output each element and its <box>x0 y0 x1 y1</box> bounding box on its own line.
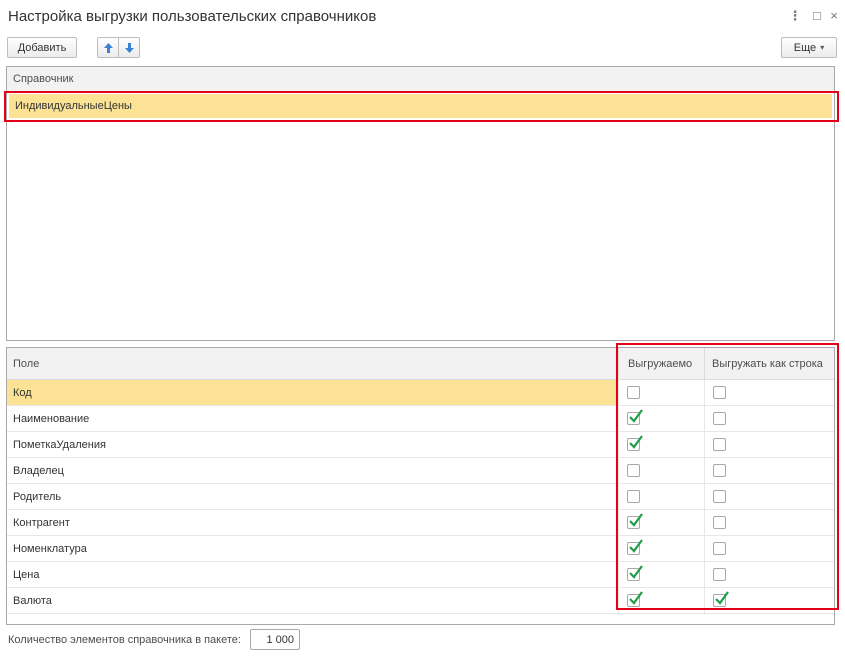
as-string-checkbox[interactable] <box>713 591 729 607</box>
table-row[interactable]: Валюта <box>7 588 834 614</box>
exportable-checkbox[interactable] <box>627 386 640 399</box>
field-name: Владелец <box>13 464 64 477</box>
add-button[interactable]: Добавить <box>7 37 77 58</box>
field-name: Родитель <box>13 490 62 503</box>
field-name: Код <box>7 380 618 405</box>
exportable-checkbox[interactable] <box>627 565 643 581</box>
exportable-checkbox[interactable] <box>627 435 643 451</box>
checkmark-icon <box>715 591 729 605</box>
as-string-checkbox[interactable] <box>713 568 726 581</box>
exportable-checkbox[interactable] <box>627 539 643 555</box>
more-button[interactable]: Еще ▾ <box>781 37 837 58</box>
more-actions-icon[interactable]: ⋮ <box>788 8 802 24</box>
move-down-button[interactable] <box>118 37 140 58</box>
exportable-checkbox-cell <box>618 536 704 561</box>
as-string-column-header[interactable]: Выгружать как строка <box>704 348 834 380</box>
as-string-checkbox[interactable] <box>713 412 726 425</box>
exportable-checkbox-cell <box>618 406 704 431</box>
field-name: Наименование <box>13 412 90 425</box>
exportable-checkbox-cell <box>618 562 704 587</box>
catalog-row[interactable]: ИндивидуальныеЦены <box>9 94 832 118</box>
arrow-up-icon <box>103 42 113 53</box>
exportable-checkbox[interactable] <box>627 490 640 503</box>
field-column-header[interactable]: Поле <box>7 348 618 380</box>
table-row[interactable]: Владелец <box>7 458 834 484</box>
field-name: ПометкаУдаления <box>13 438 106 451</box>
chevron-down-icon: ▾ <box>820 43 825 52</box>
table-row[interactable]: Контрагент <box>7 510 834 536</box>
exportable-column-header[interactable]: Выгружаемо <box>618 348 704 380</box>
exportable-checkbox-cell <box>618 588 704 613</box>
exportable-checkbox[interactable] <box>627 409 643 425</box>
catalogs-table[interactable]: Справочник ИндивидуальныеЦены <box>6 66 835 341</box>
move-up-button[interactable] <box>97 37 119 58</box>
as-string-checkbox[interactable] <box>713 516 726 529</box>
table-row[interactable]: Номенклатура <box>7 536 834 562</box>
field-name: Контрагент <box>13 516 70 529</box>
field-name: Цена <box>13 568 40 581</box>
exportable-checkbox[interactable] <box>627 513 643 529</box>
checkmark-icon <box>629 435 643 449</box>
as-string-checkbox[interactable] <box>713 386 726 399</box>
checkmark-icon <box>629 409 643 423</box>
exportable-checkbox-cell <box>618 510 704 535</box>
maximize-icon[interactable]: □ <box>810 8 824 23</box>
as-string-checkbox-cell <box>704 458 834 483</box>
table-row[interactable]: Родитель <box>7 484 834 510</box>
fields-table[interactable]: Поле Выгружаемо Выгружать как строка Код… <box>6 347 835 625</box>
catalogs-header[interactable]: Справочник <box>7 67 834 92</box>
batch-size-label: Количество элементов справочника в пакет… <box>8 634 241 646</box>
as-string-checkbox[interactable] <box>713 542 726 555</box>
as-string-checkbox[interactable] <box>713 490 726 503</box>
field-name: Номенклатура <box>13 542 87 555</box>
exportable-checkbox[interactable] <box>627 591 643 607</box>
as-string-checkbox[interactable] <box>713 464 726 477</box>
more-button-label: Еще <box>793 41 817 54</box>
checkmark-icon <box>629 539 643 553</box>
exportable-checkbox-cell <box>618 484 704 509</box>
as-string-checkbox-cell <box>704 432 834 457</box>
as-string-checkbox-cell <box>704 406 834 431</box>
table-row[interactable]: Наименование <box>7 406 834 432</box>
exportable-checkbox[interactable] <box>627 464 640 477</box>
field-name: Валюта <box>13 594 52 607</box>
as-string-checkbox-cell <box>704 380 834 405</box>
exportable-checkbox-cell <box>618 432 704 457</box>
arrow-down-icon <box>124 42 134 53</box>
as-string-checkbox-cell <box>704 562 834 587</box>
as-string-checkbox-cell <box>704 536 834 561</box>
window-title: Настройка выгрузки пользовательских спра… <box>8 8 377 25</box>
table-row[interactable]: ПометкаУдаления <box>7 432 834 458</box>
exportable-checkbox-cell <box>618 380 704 405</box>
table-row[interactable]: Код <box>7 380 834 406</box>
checkmark-icon <box>629 565 643 579</box>
table-row[interactable]: Цена <box>7 562 834 588</box>
batch-size-input[interactable] <box>250 629 300 650</box>
as-string-checkbox-cell <box>704 484 834 509</box>
close-icon[interactable]: × <box>827 8 841 23</box>
as-string-checkbox-cell <box>704 510 834 535</box>
exportable-checkbox-cell <box>618 458 704 483</box>
as-string-checkbox[interactable] <box>713 438 726 451</box>
as-string-checkbox-cell <box>704 588 834 613</box>
checkmark-icon <box>629 513 643 527</box>
checkmark-icon <box>629 591 643 605</box>
